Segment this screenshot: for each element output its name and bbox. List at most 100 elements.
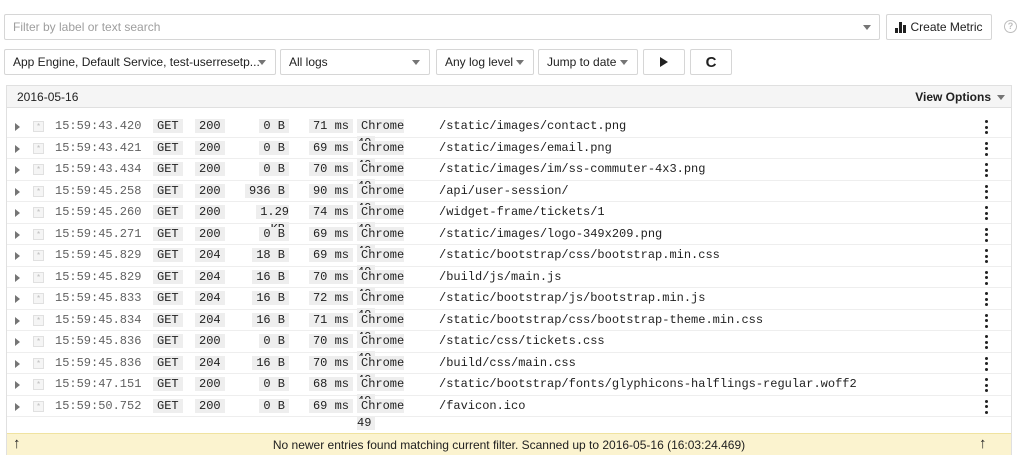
request-path: /static/css/tickets.css xyxy=(439,334,605,348)
chevron-down-icon xyxy=(997,94,1005,100)
request-path: /favicon.ico xyxy=(439,398,526,413)
more-vert-icon[interactable] xyxy=(979,120,993,134)
log-entry-row[interactable]: *15:59:45.258GET200936 B90 msChrome 49/a… xyxy=(7,181,1011,215)
latency: 70 ms xyxy=(308,162,353,176)
latency: 71 ms xyxy=(308,312,353,327)
latency: 70 ms xyxy=(308,334,353,348)
log-level-label: Any log level xyxy=(445,55,514,69)
more-vert-icon[interactable] xyxy=(979,249,993,263)
chevron-down-icon[interactable] xyxy=(863,25,871,30)
more-vert-icon[interactable] xyxy=(979,184,993,199)
help-icon[interactable]: ? xyxy=(1004,20,1017,33)
expand-icon[interactable] xyxy=(15,252,20,260)
http-method: GET xyxy=(153,226,183,241)
log-entry-row[interactable]: *15:59:45.829GET20418 B69 msChrome 49/st… xyxy=(7,245,1011,279)
filter-input[interactable] xyxy=(5,15,845,39)
more-vert-icon[interactable] xyxy=(979,141,993,156)
log-entry-row[interactable]: *15:59:45.829GET20416 B70 msChrome 49/bu… xyxy=(7,267,1011,301)
filter-bar: Create Metric ? xyxy=(4,14,1020,42)
http-method: GET xyxy=(153,291,183,305)
log-entry-row[interactable]: *15:59:45.260GET2001.29 KB74 msChrome 49… xyxy=(7,202,1011,236)
http-method: GET xyxy=(153,183,183,198)
log-timestamp: 15:59:43.421 xyxy=(55,140,142,155)
expand-icon[interactable] xyxy=(15,381,20,389)
request-path: /static/images/email.png xyxy=(439,140,612,155)
log-viewer: 2016-05-16 View Options * 15:59:43.420 GET… xyxy=(6,85,1012,455)
expand-icon[interactable] xyxy=(15,144,20,153)
log-timestamp: 15:59:47.151 xyxy=(55,377,142,391)
expand-icon[interactable] xyxy=(15,230,20,239)
request-path: /static/bootstrap/css/bootstrap.min.css xyxy=(439,248,720,262)
log-entry-row[interactable]: *15:59:45.834GET20416 B71 msChrome 49/st… xyxy=(7,310,1011,344)
log-entry-row[interactable]: *15:59:43.434GET2000 B70 msChrome 49/sta… xyxy=(7,159,1011,193)
expand-icon[interactable] xyxy=(15,273,20,282)
http-status: 204 xyxy=(195,291,225,305)
http-method: GET xyxy=(153,140,183,155)
jump-to-date-selector[interactable]: Jump to date xyxy=(538,49,638,75)
log-entry-row[interactable]: *15:59:47.151GET2000 B68 msChrome 49/sta… xyxy=(7,374,1011,408)
http-method: GET xyxy=(153,205,183,219)
log-entry-row[interactable]: *15:59:45.836GET20416 B70 msChrome 49/bu… xyxy=(7,353,1011,387)
expand-icon[interactable] xyxy=(15,338,20,346)
http-status: 204 xyxy=(195,269,225,284)
view-options-button[interactable]: View Options xyxy=(915,90,1005,104)
log-entry-row[interactable]: *15:59:45.836GET2000 B70 msChrome 49/sta… xyxy=(7,331,1011,365)
log-selector[interactable]: All logs xyxy=(280,49,430,75)
http-status: 200 xyxy=(195,377,225,391)
expand-icon[interactable] xyxy=(15,209,20,217)
more-vert-icon[interactable] xyxy=(979,292,993,306)
expand-icon[interactable] xyxy=(15,166,20,174)
expand-icon[interactable] xyxy=(15,187,20,196)
chevron-down-icon xyxy=(412,60,420,65)
http-method: GET xyxy=(153,119,183,133)
severity-icon: * xyxy=(33,142,44,154)
more-vert-icon[interactable] xyxy=(979,399,993,414)
latency: 69 ms xyxy=(308,140,353,155)
expand-icon[interactable] xyxy=(15,402,20,411)
expand-icon[interactable] xyxy=(15,359,20,368)
log-entry-row[interactable]: *15:59:43.420GET2000 B71 msChrome 49/sta… xyxy=(7,116,1011,150)
more-vert-icon[interactable] xyxy=(979,356,993,371)
log-entry-row[interactable]: *15:59:43.421GET2000 B69 msChrome 49/sta… xyxy=(7,138,1011,172)
log-entry-row[interactable]: * 15:59:50.752 GET 200 0 B 69 ms Chrome 49/fav… xyxy=(7,396,1011,430)
http-status: 200 xyxy=(195,226,225,241)
resource-selector[interactable]: App Engine, Default Service, test-userre… xyxy=(4,49,276,75)
log-entries[interactable]: * 15:59:43.420 GET 200 0 B 71 ms Chrome 49/sta… xyxy=(7,108,1011,434)
more-vert-icon[interactable] xyxy=(979,335,993,349)
expand-icon[interactable] xyxy=(15,123,20,131)
expand-icon[interactable] xyxy=(15,295,20,303)
response-size: 936 B xyxy=(244,183,289,198)
more-vert-icon[interactable] xyxy=(979,378,993,392)
severity-icon: * xyxy=(33,164,44,175)
log-entry-row[interactable]: *15:59:45.833GET20416 B72 msChrome 49/st… xyxy=(7,288,1011,322)
request-path: /build/css/main.css xyxy=(439,355,576,370)
request-path: /static/bootstrap/fonts/glyphicons-halfl… xyxy=(439,377,857,391)
refresh-button[interactable]: C xyxy=(690,49,732,75)
severity-icon: * xyxy=(33,121,44,132)
log-level-selector[interactable]: Any log level xyxy=(436,49,534,75)
latency: 69 ms xyxy=(308,398,353,413)
log-entry-row[interactable]: *15:59:45.271GET2000 B69 msChrome 49/sta… xyxy=(7,224,1011,258)
filter-field[interactable] xyxy=(4,14,880,40)
severity-icon: * xyxy=(33,228,44,240)
log-timestamp: 15:59:43.434 xyxy=(55,162,142,176)
more-vert-icon[interactable] xyxy=(979,163,993,177)
request-path: /static/images/logo-349x209.png xyxy=(439,226,663,241)
expand-icon[interactable] xyxy=(15,316,20,325)
status-banner: ↑ No newer entries found matching curren… xyxy=(7,433,1011,455)
response-size: 0 B xyxy=(259,140,289,155)
http-status: 200 xyxy=(195,398,225,413)
more-vert-icon[interactable] xyxy=(979,313,993,328)
more-vert-icon[interactable] xyxy=(979,270,993,285)
log-timestamp: 15:59:43.420 xyxy=(55,119,142,133)
stream-play-button[interactable] xyxy=(643,49,685,75)
more-vert-icon[interactable] xyxy=(979,206,993,220)
response-size: 0 B xyxy=(259,377,289,391)
latency: 72 ms xyxy=(308,291,353,305)
more-vert-icon[interactable] xyxy=(979,227,993,242)
response-size: 18 B xyxy=(252,248,289,262)
arrow-up-icon[interactable]: ↑ xyxy=(979,436,987,451)
severity-icon: * xyxy=(33,271,44,283)
severity-icon: * xyxy=(33,400,44,412)
create-metric-button[interactable]: Create Metric xyxy=(886,14,992,40)
